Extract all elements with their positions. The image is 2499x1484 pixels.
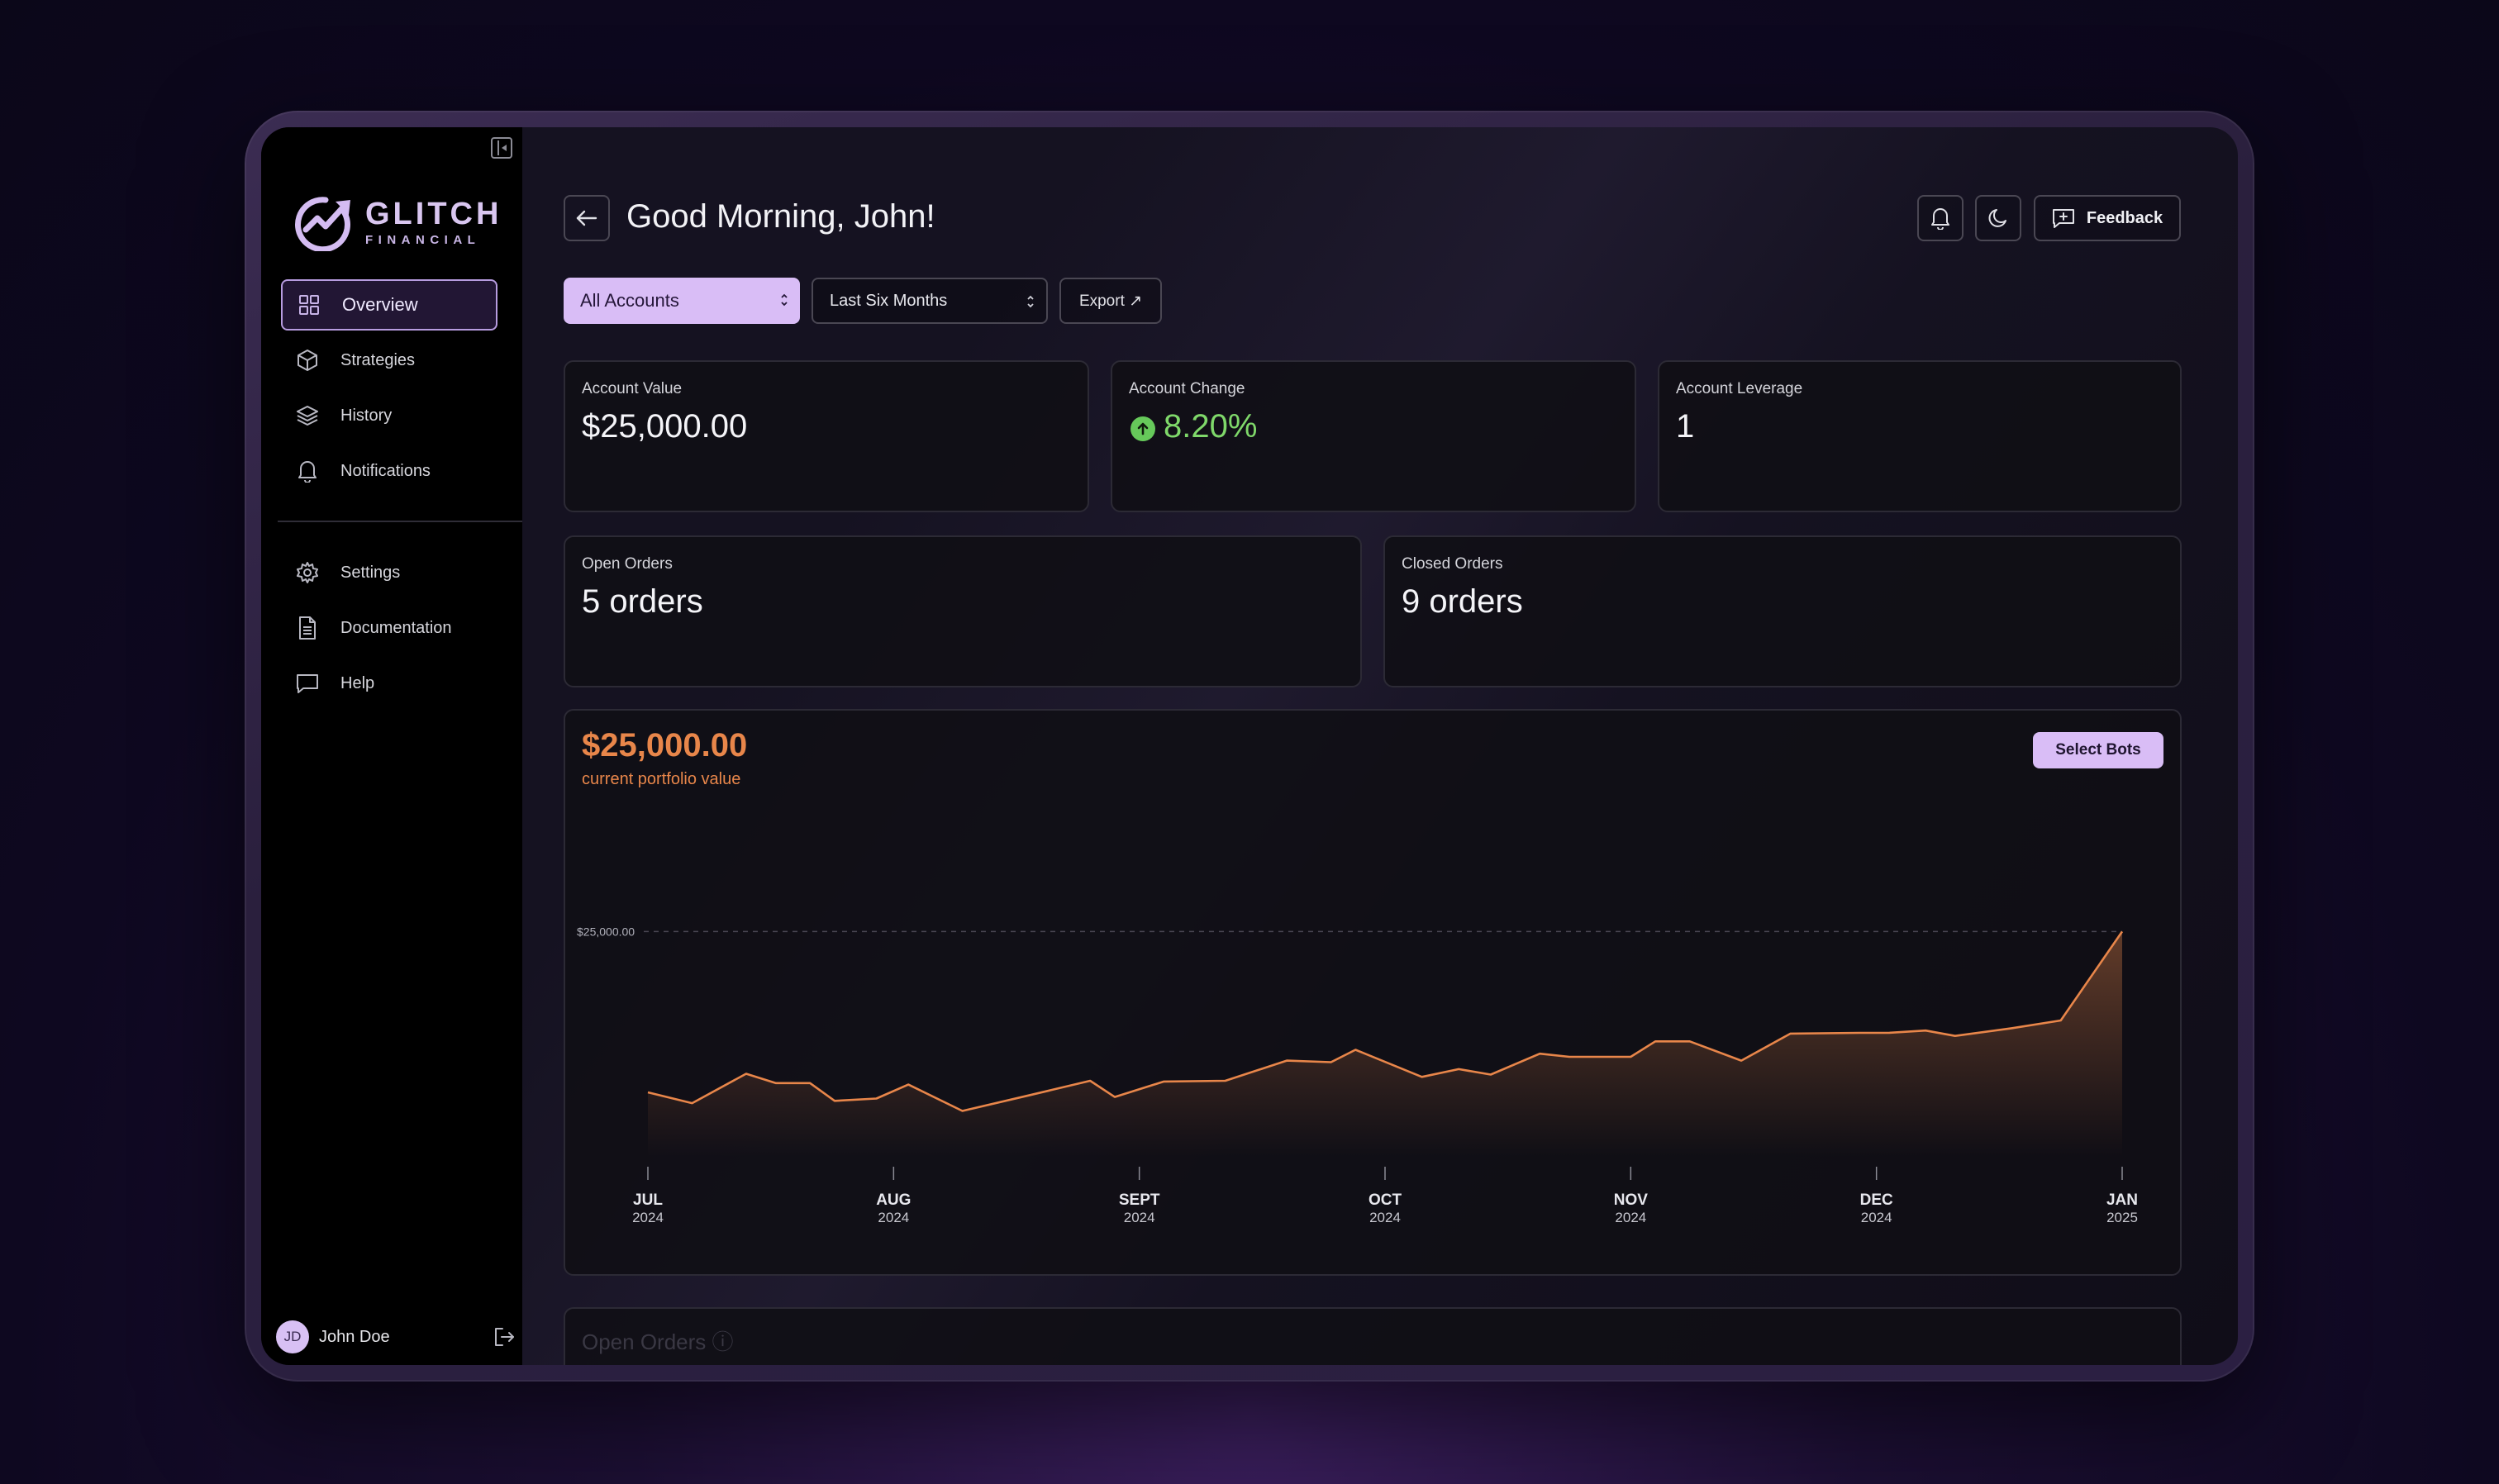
- sidebar-item-strategies[interactable]: Strategies: [281, 335, 497, 386]
- grid-icon: [296, 292, 322, 318]
- open-orders-section-title: Open Orders ⓘ: [582, 1329, 734, 1354]
- sidebar-item-label: History: [340, 406, 393, 425]
- nav-divider: [278, 521, 522, 522]
- back-button[interactable]: [564, 195, 610, 241]
- open-orders-label: Open Orders: [582, 555, 673, 573]
- closed-orders-card: Closed Orders 9 orders: [1383, 535, 2182, 687]
- logo[interactable]: GLITCH FINANCIAL: [293, 193, 502, 251]
- chevron-up-down-icon: [1027, 295, 1034, 308]
- x-tick-label-month: OCT: [1368, 1191, 1402, 1209]
- logo-subtitle: FINANCIAL: [365, 232, 481, 247]
- secondary-nav: Settings Documentation Help: [281, 547, 497, 713]
- select-bots-button[interactable]: Select Bots: [2033, 732, 2163, 768]
- logo-word: GLITCH: [365, 196, 502, 231]
- user-profile[interactable]: JD John Doe: [276, 1319, 516, 1355]
- bell-icon: [294, 458, 321, 484]
- sidebar-item-history[interactable]: History: [281, 390, 497, 441]
- sidebar-item-label: Overview: [342, 294, 418, 315]
- app-screen: GLITCH FINANCIAL Overview Strategies His…: [261, 127, 2238, 1365]
- theme-toggle-button[interactable]: [1975, 195, 2021, 241]
- accounts-select[interactable]: All Accounts: [564, 278, 800, 324]
- period-select-value: Last Six Months: [830, 291, 948, 310]
- layers-icon: [294, 402, 321, 429]
- closed-orders-label: Closed Orders: [1402, 555, 1503, 573]
- chart-area: [648, 931, 2122, 1157]
- logout-icon[interactable]: [493, 1325, 516, 1348]
- account-value-label: Account Value: [582, 380, 683, 397]
- message-plus-icon: [2052, 209, 2074, 228]
- period-select[interactable]: Last Six Months: [812, 278, 1048, 324]
- reference-line-label: $25,000.00: [577, 925, 635, 938]
- portfolio-subtitle: current portfolio value: [582, 770, 741, 788]
- export-button[interactable]: Export ↗: [1059, 278, 1162, 324]
- accounts-select-value: All Accounts: [580, 290, 679, 311]
- logo-mark-icon: [295, 197, 350, 251]
- account-change-value: 8.20%: [1164, 408, 1258, 445]
- sidebar-item-label: Strategies: [340, 350, 416, 369]
- portfolio-value: $25,000.00: [582, 727, 748, 763]
- x-tick-label-year: 2025: [2106, 1210, 2138, 1225]
- x-tick-label-year: 2024: [1124, 1210, 1155, 1225]
- feedback-label: Feedback: [2086, 208, 2163, 227]
- x-tick-label-month: AUG: [876, 1191, 911, 1209]
- portfolio-chart-card: $25,000.00 JUL 2024 AUG 2024 SEPT 2024 OCT 2024 N…: [564, 709, 2182, 1276]
- sidebar-item-help[interactable]: Help: [281, 658, 497, 709]
- account-change-card: Account Change 8.20%: [1111, 360, 1636, 512]
- open-orders-value: 5 orders: [582, 583, 703, 620]
- sidebar-item-label: Help: [340, 673, 375, 692]
- x-tick-label-year: 2024: [1369, 1210, 1401, 1225]
- x-tick-label-year: 2024: [632, 1210, 664, 1225]
- account-leverage-label: Account Leverage: [1676, 380, 1803, 397]
- open-orders-card: Open Orders 5 orders: [564, 535, 1362, 687]
- x-tick-label-month: DEC: [1860, 1191, 1893, 1209]
- sidebar-item-documentation[interactable]: Documentation: [281, 602, 497, 654]
- chat-icon: [294, 670, 321, 697]
- primary-nav: Overview Strategies History Notification…: [281, 279, 497, 501]
- moon-icon: [1988, 209, 2006, 227]
- sidebar-item-label: Documentation: [340, 618, 452, 637]
- arrow-left-icon: [576, 210, 597, 226]
- page-title: Good Morning, John!: [626, 198, 935, 235]
- portfolio-chart: $25,000.00JUL2024AUG2024SEPT2024OCT2024N…: [577, 925, 2138, 1225]
- sidebar-item-settings[interactable]: Settings: [281, 547, 497, 598]
- sidebar-item-notifications[interactable]: Notifications: [281, 445, 497, 497]
- chevron-up-down-icon: [781, 293, 788, 307]
- x-tick-label-year: 2024: [1615, 1210, 1646, 1225]
- x-tick-label-year: 2024: [878, 1210, 909, 1225]
- x-tick-label-month: JUL: [633, 1191, 663, 1209]
- arrow-up-circle-icon: [1130, 416, 1155, 441]
- gear-icon: [294, 559, 321, 586]
- sidebar-item-label: Settings: [340, 563, 401, 582]
- x-tick-label-month: JAN: [2106, 1191, 2138, 1209]
- account-value: $25,000.00: [582, 408, 748, 445]
- x-tick-label-month: SEPT: [1119, 1191, 1160, 1209]
- account-change-label: Account Change: [1129, 380, 1245, 397]
- bell-icon: [1931, 208, 1949, 230]
- account-leverage-value: 1: [1676, 408, 1695, 445]
- sidebar-item-overview[interactable]: Overview: [281, 279, 497, 331]
- feedback-button[interactable]: Feedback: [2034, 195, 2181, 241]
- closed-orders-value: 9 orders: [1402, 583, 1523, 620]
- account-value-card: Account Value $25,000.00: [564, 360, 1089, 512]
- user-name: John Doe: [319, 1327, 390, 1346]
- sidebar: GLITCH FINANCIAL Overview Strategies His…: [261, 127, 522, 1365]
- x-tick-label-month: NOV: [1614, 1191, 1649, 1209]
- avatar: JD: [276, 1320, 309, 1353]
- cube-icon: [294, 347, 321, 373]
- x-tick-label-year: 2024: [1861, 1210, 1892, 1225]
- collapse-sidebar-icon[interactable]: [491, 137, 512, 159]
- notifications-button[interactable]: [1917, 195, 1963, 241]
- account-leverage-card: Account Leverage 1: [1658, 360, 2182, 512]
- export-label: Export ↗: [1078, 292, 1143, 310]
- document-icon: [294, 615, 321, 641]
- open-orders-section: Open Orders ⓘ: [564, 1307, 2182, 1365]
- sidebar-item-label: Notifications: [340, 461, 431, 480]
